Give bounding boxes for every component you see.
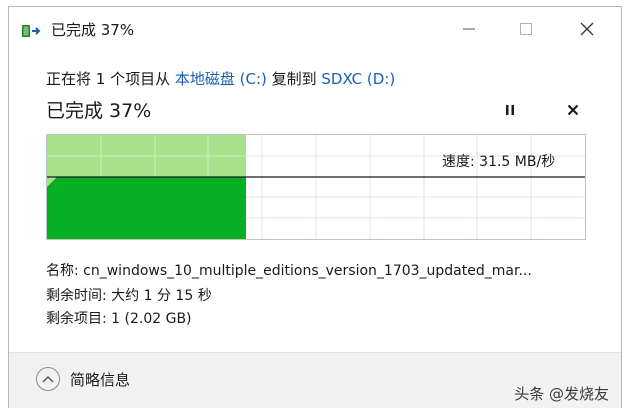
minimize-button[interactable]	[449, 15, 489, 43]
destination-link[interactable]: SDXC (D:)	[321, 70, 395, 88]
copy-middle: 复制到	[266, 70, 322, 88]
file-name: 名称: cn_windows_10_multiple_editions_vers…	[46, 263, 532, 279]
cancel-icon	[567, 104, 579, 116]
footer-bar: 简略信息 头条 @发烧友	[9, 352, 621, 408]
window-title: 已完成 37%	[51, 21, 135, 39]
pause-icon	[506, 105, 514, 115]
copy-progress-icon	[22, 23, 42, 37]
source-link[interactable]: 本地磁盘 (C:)	[175, 70, 267, 88]
progress-fill	[47, 177, 246, 239]
pause-button[interactable]	[498, 99, 522, 121]
fewer-details-button[interactable]: 简略信息	[36, 367, 130, 391]
watermark: 头条 @发烧友	[514, 385, 609, 403]
items-remaining: 剩余项目: 1 (2.02 GB)	[46, 311, 192, 327]
cancel-button[interactable]	[561, 99, 585, 121]
maximize-button[interactable]	[506, 15, 546, 43]
close-icon	[580, 22, 594, 36]
speed-graph	[46, 134, 586, 240]
copy-prefix: 正在将 1 个项目从	[46, 70, 175, 88]
copy-description: 正在将 1 个项目从 本地磁盘 (C:) 复制到 SDXC (D:)	[46, 68, 395, 89]
maximize-icon	[520, 23, 532, 35]
chevron-up-icon	[36, 367, 60, 391]
time-remaining: 剩余时间: 大约 1 分 15 秒	[46, 288, 212, 304]
title-bar[interactable]: 已完成 37%	[9, 7, 621, 51]
copy-dialog-window: 已完成 37% 正在将 1 个项目从 本地磁盘 (C:) 复制到 SDXC (D…	[8, 6, 622, 408]
minimize-icon	[463, 28, 475, 30]
speed-readout: 速度: 31.5 MB/秒	[442, 154, 556, 170]
fewer-details-label: 简略信息	[70, 370, 131, 389]
progress-status: 已完成 37%	[46, 100, 152, 122]
close-button[interactable]	[567, 15, 607, 43]
